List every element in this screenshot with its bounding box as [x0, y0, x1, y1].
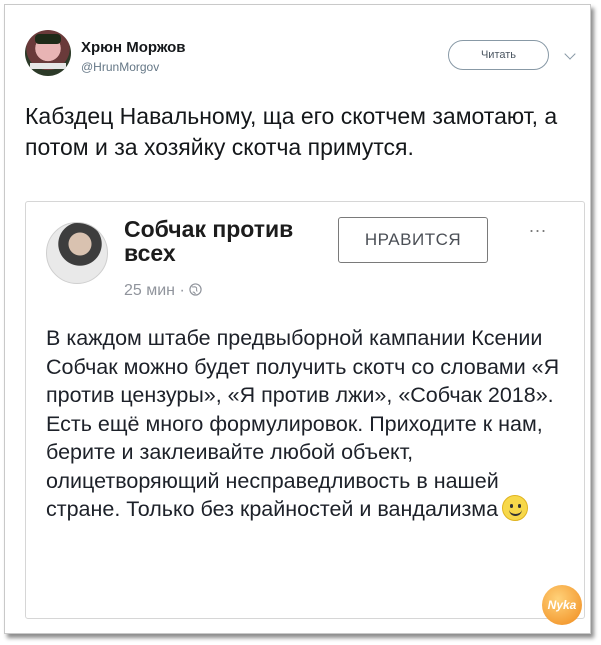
follow-button[interactable]: Читать [448, 40, 549, 70]
author-avatar[interactable] [25, 30, 71, 76]
globe-icon [189, 283, 202, 296]
post-meta: 25 мин · [124, 282, 202, 300]
author-handle[interactable]: @HrunMorgov [81, 60, 159, 74]
chevron-down-icon[interactable] [564, 48, 576, 60]
tweet-text: Кабздец Навальному, ща его скотчем замот… [25, 103, 558, 160]
quoted-post[interactable]: Собчак против всех 25 мин · НРАВИТСЯ ...… [25, 201, 585, 619]
meta-separator: · [175, 282, 190, 299]
avatar-band [30, 63, 66, 69]
post-body: В каждом штабе предвыборной кампании Ксе… [46, 326, 560, 521]
page-name[interactable]: Собчак против всех [124, 217, 314, 265]
smiley-icon [502, 495, 529, 521]
avatar-hat [35, 34, 61, 44]
author-name[interactable]: Хрюн Моржов [81, 39, 185, 56]
post-time[interactable]: 25 мин [124, 282, 175, 299]
tweet-card: Хрюн Моржов @HrunMorgov Читать Кабздец Н… [4, 4, 591, 634]
post-text: В каждом штабе предвыборной кампании Ксе… [46, 324, 566, 524]
like-button[interactable]: НРАВИТСЯ [338, 217, 488, 263]
more-options-icon[interactable]: ... [529, 216, 547, 237]
watermark-logo: Nyka [542, 585, 582, 625]
page-avatar[interactable] [46, 222, 108, 284]
